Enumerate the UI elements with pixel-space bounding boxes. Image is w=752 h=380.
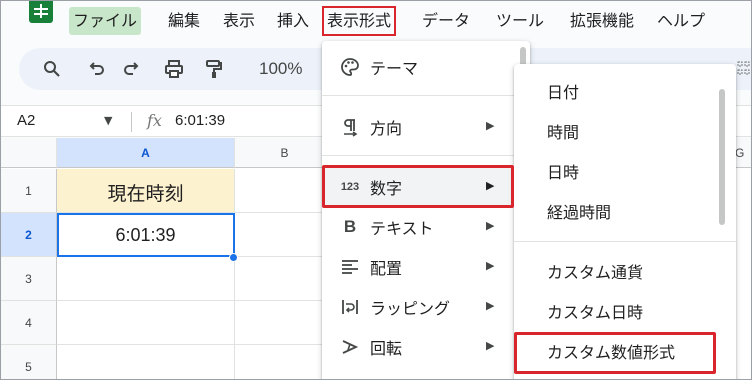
cell-a3[interactable]	[57, 257, 235, 301]
cell-b2[interactable]	[235, 213, 335, 257]
palette-icon	[338, 57, 362, 77]
menu-item-number-label: 数字	[370, 179, 403, 198]
submenu-arrow-icon: ▶	[486, 179, 495, 192]
select-all-corner[interactable]	[1, 138, 57, 168]
cell-a1[interactable]: 現在時刻	[57, 169, 235, 213]
app-window: ファイル 編集 表示 挿入 表示形式 データ ツール 拡張機能 ヘルプ 100%…	[0, 0, 752, 380]
menu-edit[interactable]: 編集	[164, 7, 204, 35]
name-box[interactable]: A2	[17, 112, 35, 129]
text-direction-icon	[338, 117, 362, 137]
submenu-item-custom-datetime[interactable]: カスタム日時	[514, 291, 714, 331]
submenu-item-date-label: 日付	[547, 83, 580, 102]
sheets-logo-icon[interactable]	[29, 1, 53, 23]
menu-divider	[514, 241, 736, 242]
undo-icon[interactable]	[83, 56, 109, 82]
submenu-item-custom-number-format[interactable]: カスタム数値形式	[514, 331, 714, 371]
menu-view[interactable]: 表示	[219, 7, 259, 35]
row-header-1[interactable]: 1	[1, 169, 57, 213]
row-header-5[interactable]: 5	[1, 345, 57, 379]
submenu-item-time[interactable]: 時間	[514, 111, 714, 151]
menu-tools[interactable]: ツール	[492, 7, 548, 35]
submenu-item-duration-label: 経過時間	[547, 203, 612, 222]
print-icon[interactable]	[161, 56, 187, 82]
submenu-scrollbar[interactable]	[719, 89, 725, 225]
rotate-icon	[338, 337, 362, 357]
bold-icon: B	[343, 217, 357, 236]
number-format-submenu: 日付 時間 日時 経過時間 カスタム通貨 カスタム日時 カスタム数値形式	[514, 64, 736, 379]
row-header-4[interactable]: 4	[1, 301, 57, 345]
menu-item-rotation-label: 回転	[370, 339, 403, 358]
menu-item-direction-label: 方向	[370, 119, 403, 138]
menu-item-wrapping[interactable]: ラッピング ▶	[322, 287, 530, 327]
zoom-select[interactable]: 100%	[259, 56, 302, 82]
more-icon[interactable]	[737, 60, 751, 82]
submenu-item-time-label: 時間	[547, 123, 580, 142]
submenu-item-custom-currency-label: カスタム通貨	[547, 263, 644, 282]
active-cell-border	[57, 213, 235, 257]
submenu-item-datetime-label: 日時	[547, 163, 580, 182]
name-box-dropdown-icon[interactable]: ▼	[104, 114, 112, 127]
cell-a4[interactable]	[57, 301, 235, 345]
paint-format-icon[interactable]	[201, 56, 227, 82]
menu-divider	[322, 155, 530, 156]
menu-item-rotation[interactable]: 回転 ▶	[322, 327, 530, 367]
menu-item-wrapping-label: ラッピング	[370, 299, 451, 318]
submenu-item-datetime[interactable]: 日時	[514, 151, 714, 191]
number-123-icon: 123	[340, 181, 360, 193]
search-icon[interactable]	[39, 56, 65, 82]
submenu-arrow-icon: ▶	[486, 339, 495, 352]
submenu-arrow-icon: ▶	[486, 219, 495, 232]
menu-insert[interactable]: 挿入	[273, 7, 313, 35]
submenu-item-custom-currency[interactable]: カスタム通貨	[514, 251, 714, 291]
format-menu: テーマ 方向 ▶ 123 数字 ▶ B テキスト ▶ 配置 ▶ ラッピング ▶ …	[322, 41, 530, 379]
menu-item-theme-label: テーマ	[370, 59, 419, 78]
submenu-item-custom-datetime-label: カスタム日時	[547, 303, 644, 322]
menu-divider	[322, 95, 530, 96]
fx-icon: fx	[147, 111, 162, 130]
cell-a1-text: 現在時刻	[107, 183, 184, 205]
cell-b4[interactable]	[235, 301, 335, 345]
menu-file[interactable]: ファイル	[69, 7, 142, 35]
menu-data[interactable]: データ	[418, 7, 474, 35]
menu-item-direction[interactable]: 方向 ▶	[322, 107, 530, 147]
submenu-arrow-icon: ▶	[486, 259, 495, 272]
formula-input[interactable]: 6:01:39	[175, 112, 225, 129]
redo-icon[interactable]	[119, 56, 145, 82]
menu-item-text[interactable]: B テキスト ▶	[322, 207, 530, 247]
submenu-arrow-icon: ▶	[486, 119, 495, 132]
wrap-icon	[338, 297, 362, 317]
menu-item-alignment-label: 配置	[370, 259, 403, 278]
row-header-2[interactable]: 2	[1, 213, 57, 257]
cell-b5[interactable]	[235, 345, 335, 379]
submenu-item-custom-number-format-label: カスタム数値形式	[547, 343, 676, 362]
align-icon	[338, 257, 362, 277]
menu-item-theme[interactable]: テーマ	[322, 47, 530, 87]
submenu-arrow-icon: ▶	[486, 299, 495, 312]
menu-format[interactable]: 表示形式	[321, 6, 397, 36]
cell-b1[interactable]	[235, 169, 335, 213]
fill-handle[interactable]	[229, 253, 238, 262]
menu-item-number[interactable]: 123 数字 ▶	[322, 167, 530, 207]
column-header-b[interactable]: B	[235, 138, 335, 168]
menu-item-text-label: テキスト	[370, 219, 434, 238]
formula-divider	[131, 112, 132, 132]
menu-extensions[interactable]: 拡張機能	[566, 7, 638, 35]
menu-help[interactable]: ヘルプ	[653, 7, 709, 35]
menu-bar: ファイル 編集 表示 挿入 表示形式 データ ツール 拡張機能 ヘルプ	[1, 1, 751, 41]
cell-a5[interactable]	[57, 345, 235, 379]
column-header-a[interactable]: A	[57, 138, 235, 168]
submenu-item-duration[interactable]: 経過時間	[514, 191, 714, 231]
row-header-3[interactable]: 3	[1, 257, 57, 301]
submenu-item-date[interactable]: 日付	[514, 71, 714, 111]
cell-b3[interactable]	[235, 257, 335, 301]
menu-item-alignment[interactable]: 配置 ▶	[322, 247, 530, 287]
